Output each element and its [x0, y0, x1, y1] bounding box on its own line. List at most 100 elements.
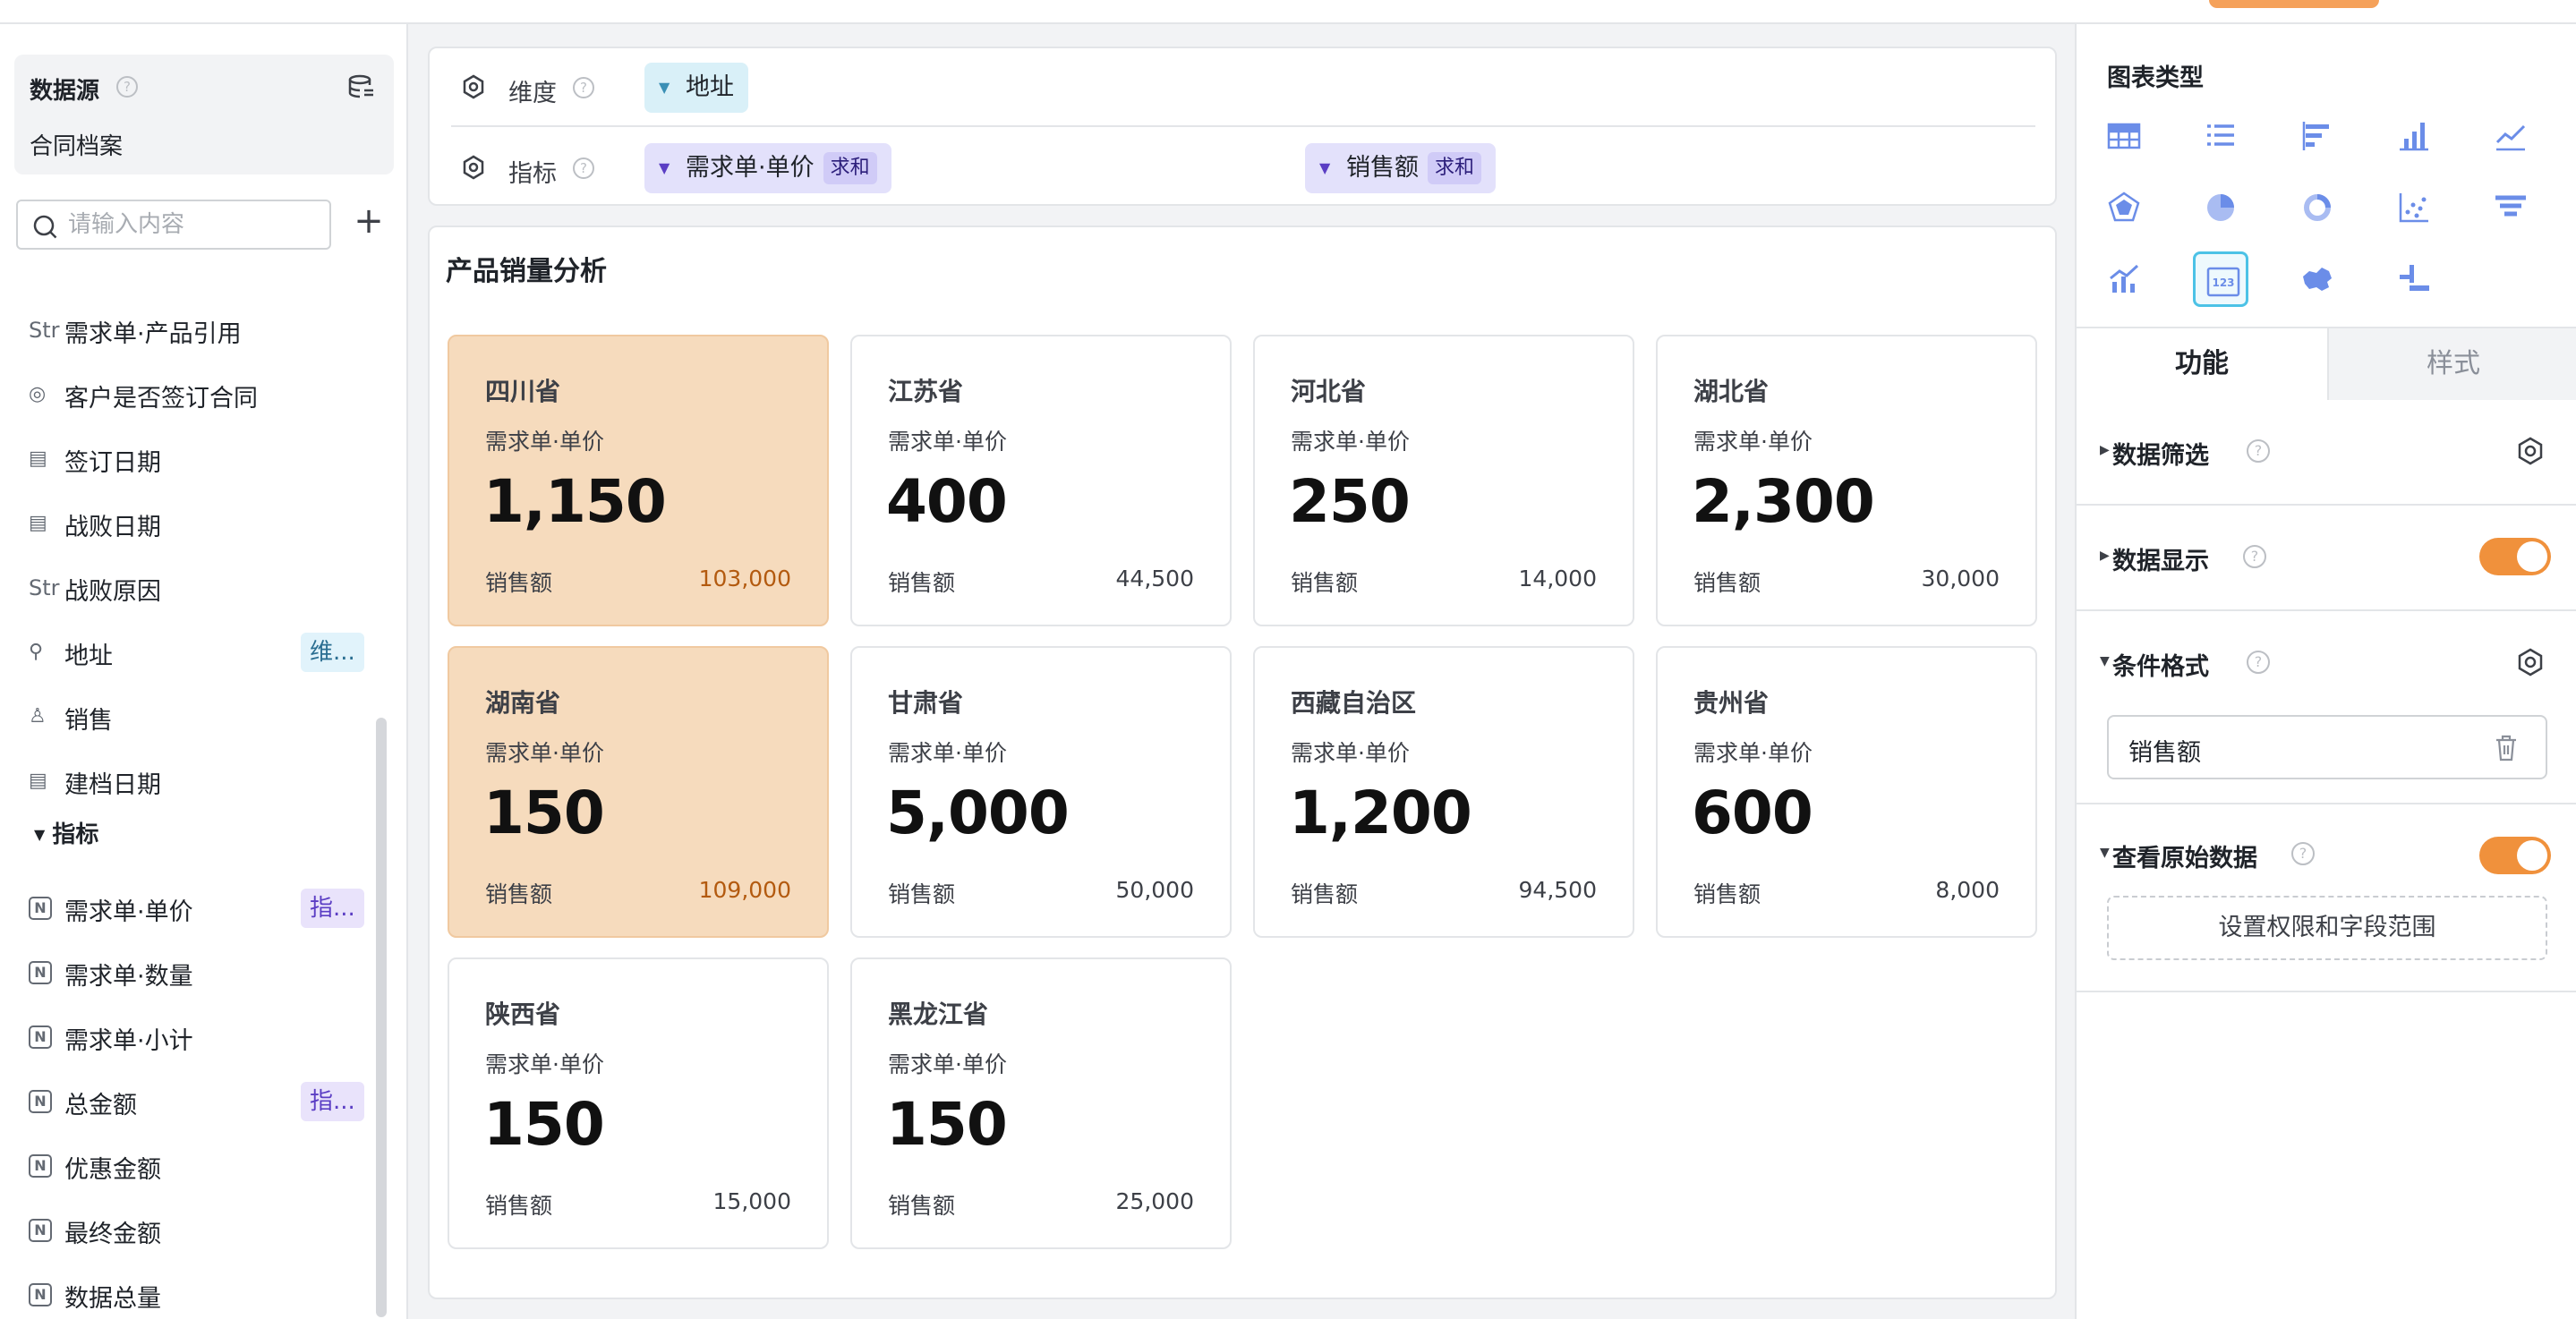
donut-icon[interactable]: [2290, 180, 2345, 235]
field-label: 需求单·单价: [64, 898, 193, 926]
add-field-button[interactable]: +: [349, 203, 388, 243]
field-label: 总金额: [64, 1092, 137, 1119]
tab-style[interactable]: 样式: [2327, 328, 2576, 400]
card-province: 西藏自治区: [1291, 688, 1417, 718]
help-icon[interactable]: ?: [573, 157, 594, 179]
indicator-card[interactable]: 四川省 需求单·单价 1,150 销售额 103,000: [448, 335, 829, 626]
field-label: 需求单·产品引用: [64, 320, 242, 348]
indicator-card[interactable]: 黑龙江省 需求单·单价 150 销售额 25,000: [850, 957, 1232, 1249]
pie-icon[interactable]: [2193, 180, 2248, 235]
database-switch-icon[interactable]: [347, 74, 376, 99]
field-item[interactable]: Str 需求单·产品引用: [29, 311, 369, 350]
option-view-raw-data[interactable]: ▼ 查看原始数据 ? 设置权限和字段范围: [2077, 804, 2576, 992]
option-label: 条件格式: [2112, 653, 2209, 681]
field-item[interactable]: ♙ 销售: [29, 697, 369, 736]
indicator-card[interactable]: 贵州省 需求单·单价 600 销售额 8,000: [1656, 646, 2037, 938]
bar-horizontal-icon[interactable]: [2290, 108, 2345, 164]
radar-icon[interactable]: [2096, 180, 2152, 235]
option-data-display[interactable]: ▶ 数据显示 ?: [2077, 506, 2576, 611]
chart-types-title: 图表类型: [2107, 64, 2204, 92]
field-item[interactable]: N 需求单·单价 指...: [29, 889, 369, 928]
help-icon[interactable]: ?: [2243, 545, 2266, 568]
measures-section-header[interactable]: ▼ 指标: [34, 816, 98, 849]
set-permission-button[interactable]: 设置权限和字段范围: [2107, 896, 2547, 960]
option-conditional-format[interactable]: ▼ 条件格式 ? 销售额: [2077, 611, 2576, 804]
field-item[interactable]: N 总金额 指...: [29, 1082, 369, 1121]
settings-icon[interactable]: [2515, 647, 2546, 677]
field-type-icon: N: [29, 1154, 52, 1178]
map-icon[interactable]: [2290, 251, 2345, 307]
help-icon[interactable]: ?: [2247, 651, 2270, 674]
field-search[interactable]: [16, 200, 331, 250]
card-sub-label: 销售额: [888, 881, 956, 907]
indicator-card[interactable]: 湖北省 需求单·单价 2,300 销售额 30,000: [1656, 335, 2037, 626]
field-item[interactable]: N 数据总量: [29, 1275, 369, 1315]
field-item[interactable]: ▤ 战败日期: [29, 504, 369, 543]
caret-right-icon: ▶: [2100, 549, 2110, 563]
indicator-card[interactable]: 河北省 需求单·单价 250 销售额 14,000: [1253, 335, 1634, 626]
option-label: 数据筛选: [2112, 442, 2209, 470]
indicator-card[interactable]: 甘肃省 需求单·单价 5,000 销售额 50,000: [850, 646, 1232, 938]
help-icon[interactable]: ?: [116, 76, 138, 98]
field-type-icon: N: [29, 961, 52, 984]
measure-pill-label: 销售额: [1346, 154, 1419, 182]
indicator-card-icon[interactable]: 123: [2193, 251, 2248, 307]
field-item[interactable]: N 需求单·小计: [29, 1017, 369, 1057]
card-sub-label: 销售额: [888, 1193, 956, 1219]
field-label: 客户是否签订合同: [64, 385, 258, 413]
field-item[interactable]: N 最终金额: [29, 1211, 369, 1250]
indicator-card[interactable]: 江苏省 需求单·单价 400 销售额 44,500: [850, 335, 1232, 626]
indicator-card[interactable]: 西藏自治区 需求单·单价 1,200 销售额 94,500: [1253, 646, 1634, 938]
card-sub-value: 8,000: [1935, 877, 2000, 903]
field-item[interactable]: ◎ 客户是否签订合同: [29, 375, 369, 414]
bar-vertical-icon[interactable]: [2386, 108, 2442, 164]
measure-pill-label: 需求单·单价: [686, 154, 815, 182]
trash-icon[interactable]: [2494, 733, 2519, 763]
help-icon[interactable]: ?: [2247, 439, 2270, 463]
settings-icon[interactable]: [460, 154, 487, 181]
table-icon[interactable]: [2096, 108, 2152, 164]
field-item[interactable]: N 优惠金额: [29, 1146, 369, 1186]
search-input[interactable]: [68, 208, 319, 241]
field-item[interactable]: ▤ 建档日期: [29, 762, 369, 801]
datasource-title: 数据源: [30, 78, 100, 105]
indicator-card[interactable]: 湖南省 需求单·单价 150 销售额 109,000: [448, 646, 829, 938]
panel-tabs: 功能 样式: [2077, 327, 2576, 400]
field-item[interactable]: ⚲ 地址 维...: [29, 633, 369, 672]
card-metric-value: 150: [483, 1090, 605, 1159]
conditional-format-rule[interactable]: 销售额: [2107, 715, 2547, 779]
field-item[interactable]: ▤ 签订日期: [29, 439, 369, 479]
datasource-card[interactable]: 数据源 ? 合同档案: [14, 55, 394, 174]
settings-icon[interactable]: [2515, 436, 2546, 466]
field-item[interactable]: N 需求单·数量: [29, 953, 369, 992]
help-icon[interactable]: ?: [573, 77, 594, 98]
settings-icon[interactable]: [460, 73, 487, 100]
help-icon[interactable]: ?: [2291, 842, 2315, 865]
card-sub-value: 103,000: [698, 566, 791, 591]
option-data-filter[interactable]: ▶ 数据筛选 ?: [2077, 400, 2576, 506]
view-raw-toggle[interactable]: [2479, 837, 2551, 874]
field-usage-badge: 维...: [301, 633, 364, 672]
measure-pill[interactable]: ▼ 销售额 求和: [1305, 143, 1497, 193]
sidebar-scrollbar[interactable]: [376, 718, 387, 1317]
line-icon[interactable]: [2483, 108, 2538, 164]
combo-icon[interactable]: [2096, 251, 2152, 307]
waterfall-icon[interactable]: [2386, 251, 2442, 307]
caret-down-icon: ▼: [34, 826, 46, 843]
measure-pill[interactable]: ▼ 需求单·单价 求和: [644, 143, 891, 193]
card-metric-label: 需求单·单价: [888, 429, 1007, 455]
tab-function[interactable]: 功能: [2077, 328, 2327, 400]
data-display-toggle[interactable]: [2479, 538, 2551, 575]
field-item[interactable]: Str 战败原因: [29, 568, 369, 608]
list-icon[interactable]: [2193, 108, 2248, 164]
scatter-icon[interactable]: [2386, 180, 2442, 235]
card-metric-label: 需求单·单价: [1291, 429, 1410, 455]
indicator-card[interactable]: 陕西省 需求单·单价 150 销售额 15,000: [448, 957, 829, 1249]
card-metric-label: 需求单·单价: [1693, 740, 1813, 766]
option-label: 查看原始数据: [2112, 845, 2257, 872]
dimension-pill[interactable]: ▼ 地址: [644, 63, 748, 113]
card-metric-label: 需求单·单价: [485, 429, 604, 455]
top-action-button[interactable]: [2209, 0, 2379, 8]
funnel-icon[interactable]: [2483, 180, 2538, 235]
dimension-label: 维度: [508, 80, 557, 107]
